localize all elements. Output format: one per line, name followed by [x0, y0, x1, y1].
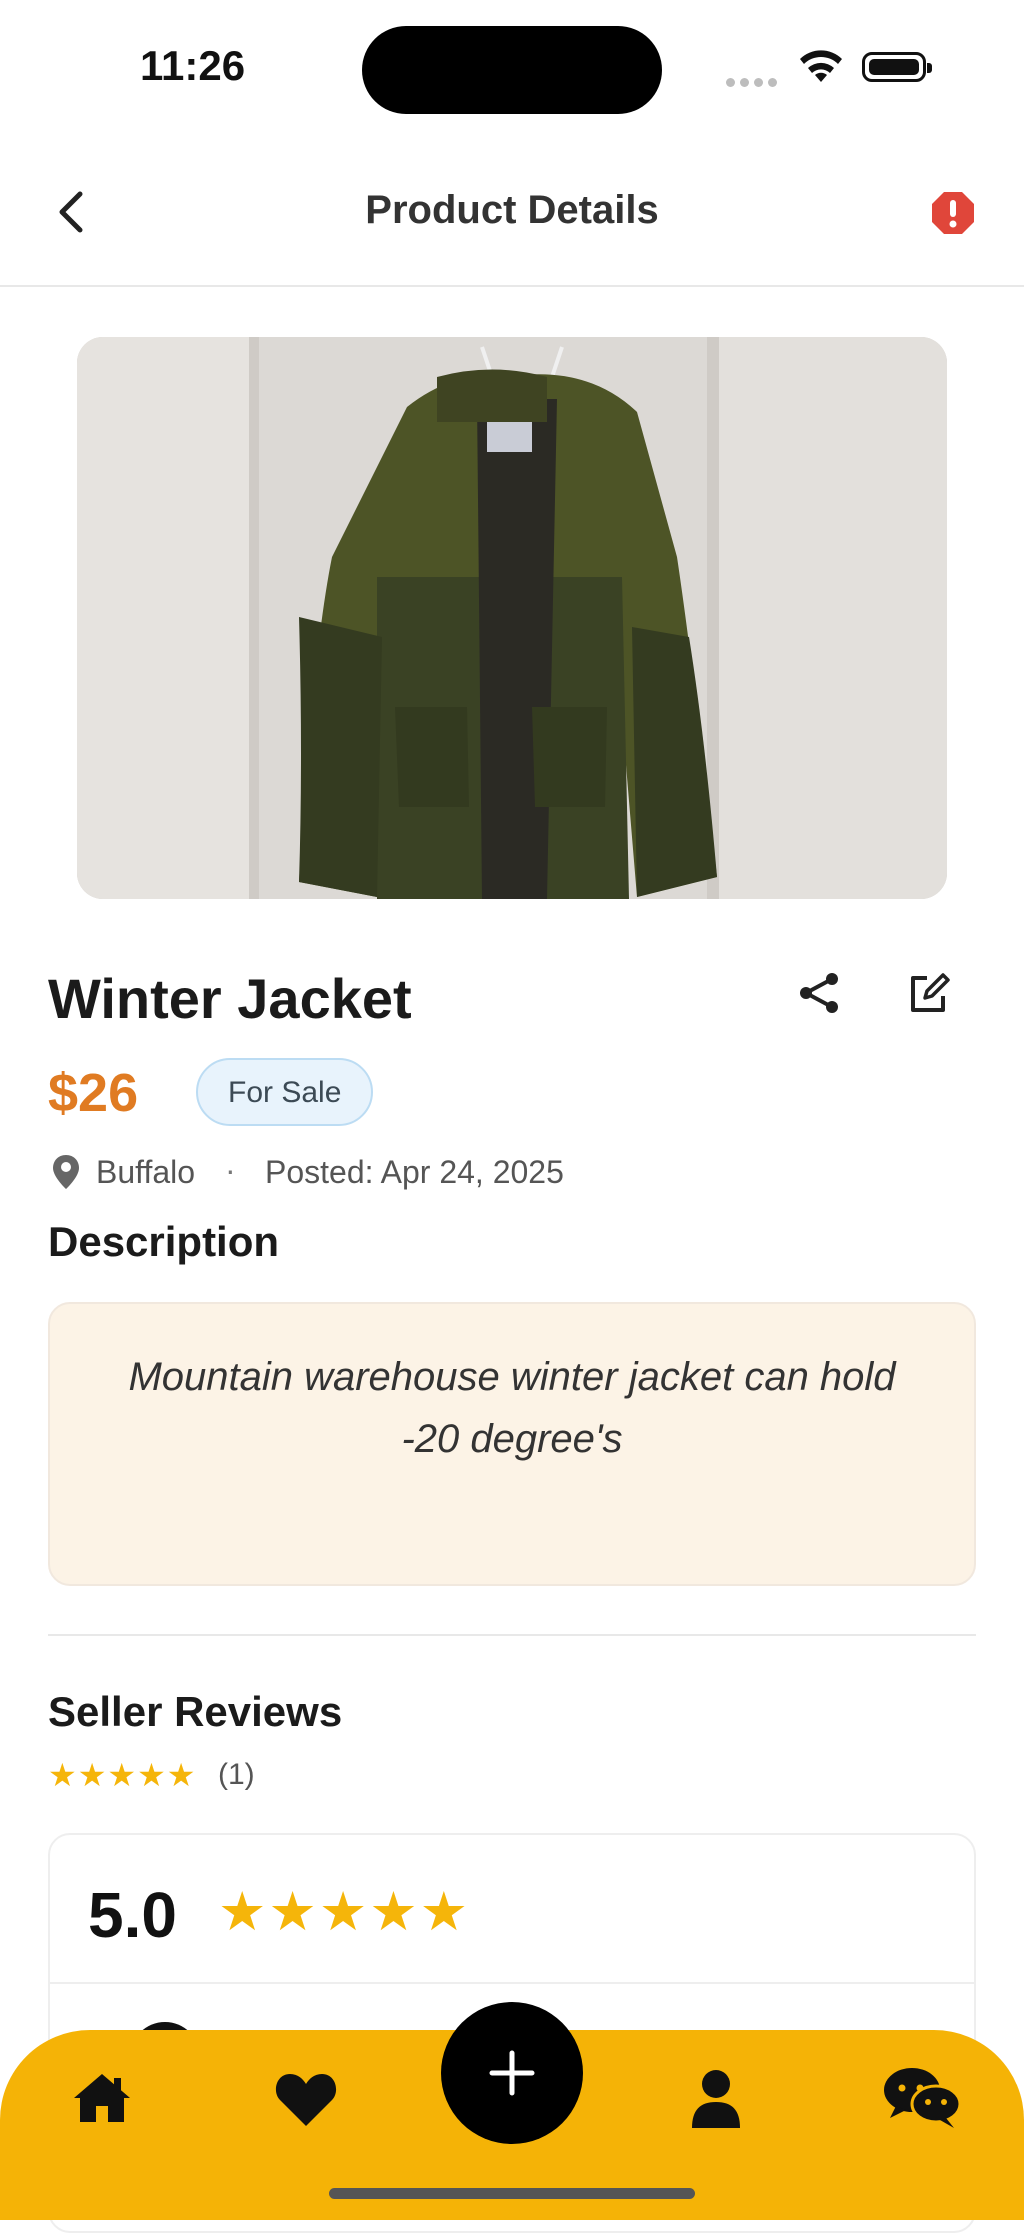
- edit-icon[interactable]: [905, 970, 953, 1018]
- rating-score: 5.0: [88, 1879, 177, 1951]
- chat-icon[interactable]: [882, 2064, 962, 2130]
- wifi-icon: [800, 50, 842, 82]
- posted-date: Posted: Apr 24, 2025: [265, 1154, 564, 1190]
- product-location: Buffalo: [96, 1154, 196, 1190]
- description-heading: Description: [48, 1218, 280, 1265]
- share-icon[interactable]: [796, 970, 842, 1016]
- rating-stars: ★★★★★: [48, 1757, 197, 1793]
- heart-icon[interactable]: [274, 2070, 338, 2128]
- product-name: Winter Jacket: [48, 967, 412, 1030]
- reviews-heading: Seller Reviews: [48, 1688, 343, 1735]
- alert-icon[interactable]: [930, 190, 976, 236]
- battery-icon: [862, 52, 932, 82]
- page-title: Product Details: [365, 188, 659, 232]
- description-text: Mountain warehouse winter jacket can hol…: [128, 1355, 896, 1461]
- status-badge: For Sale: [196, 1058, 374, 1126]
- home-icon[interactable]: [72, 2070, 132, 2126]
- section-divider: [48, 1634, 976, 1636]
- review-count: (1): [218, 1758, 255, 1791]
- location-pin-icon: [53, 1155, 79, 1189]
- home-indicator: [329, 2188, 695, 2199]
- card-divider: [50, 1982, 974, 1984]
- user-icon[interactable]: [686, 2068, 746, 2130]
- meta-separator: ·: [225, 1152, 236, 1188]
- jacket-photo: [77, 337, 947, 899]
- product-image[interactable]: [77, 337, 947, 899]
- add-listing-button[interactable]: [441, 2002, 583, 2144]
- product-price: $26: [48, 1063, 139, 1123]
- plus-icon: [489, 2050, 535, 2096]
- cellular-signal-icon: [726, 74, 782, 92]
- score-stars: ★★★★★: [218, 1882, 471, 1942]
- status-time: 11:26: [140, 42, 246, 89]
- dynamic-island: [362, 26, 662, 114]
